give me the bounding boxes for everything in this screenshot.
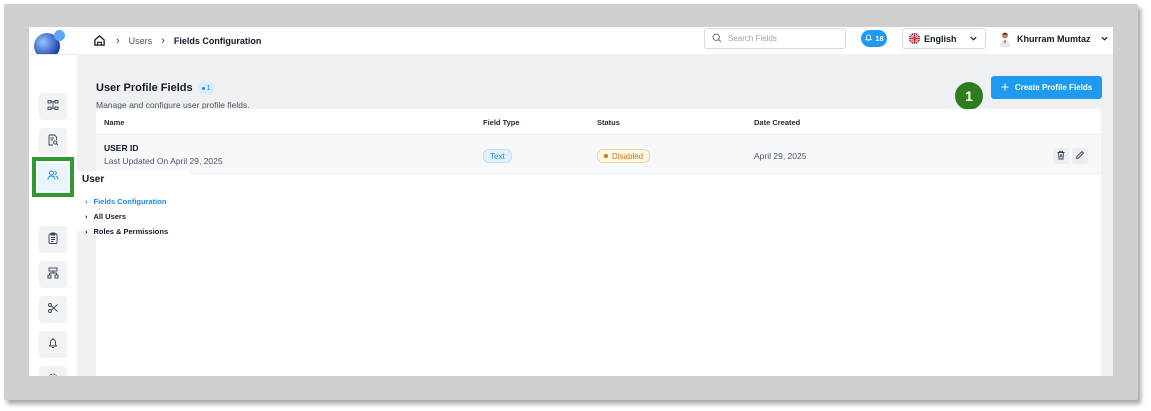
user-menu[interactable]: Khurram Mumtaz [999, 30, 1109, 48]
menu-item-label: Fields Configuration [93, 197, 167, 206]
search-input[interactable] [728, 34, 828, 43]
notifications-button[interactable]: 18 [861, 30, 887, 47]
menu-item-all-users[interactable]: › All Users [85, 212, 126, 221]
page-title-text: User Profile Fields [96, 82, 193, 94]
flyout-title: User [82, 174, 105, 185]
notification-count: 18 [875, 34, 884, 43]
page-title: User Profile Fields 1 [96, 82, 215, 94]
sidebar [29, 54, 77, 376]
field-name: USER ID [104, 143, 139, 153]
users-icon [47, 168, 59, 186]
sidebar-item-hierarchy[interactable] [39, 261, 67, 288]
sidebar-item-alerts[interactable] [39, 331, 67, 358]
trash-icon [1056, 150, 1066, 162]
count-badge: 1 [197, 82, 215, 94]
user-name: Khurram Mumtaz [1017, 34, 1091, 44]
menu-item-label: All Users [93, 212, 127, 221]
row-actions [1053, 148, 1088, 164]
chevron-right-icon: › [116, 34, 120, 47]
avatar [999, 31, 1011, 47]
chevron-right-icon: › [85, 212, 88, 221]
document-search-icon [47, 133, 59, 151]
column-header-status[interactable]: Status [597, 118, 620, 127]
status-badge: Disabled [597, 149, 651, 163]
uk-flag-icon [909, 33, 920, 44]
menu-item-label: Roles & Permissions [93, 227, 169, 236]
search-box[interactable] [704, 28, 846, 49]
top-bar: › Users › Fields Configuration 18 Englis… [29, 27, 1113, 66]
sidebar-item-clipboard[interactable] [39, 226, 67, 253]
breadcrumb-fields-configuration: Fields Configuration [173, 35, 262, 46]
bell-icon [864, 33, 873, 44]
bell-icon [47, 336, 59, 354]
sidebar-item-users[interactable] [32, 157, 74, 197]
chevron-down-icon [1100, 34, 1109, 45]
chevron-down-icon [969, 34, 978, 45]
count-value: 1 [206, 84, 211, 92]
org-chart-icon [47, 98, 59, 116]
pencil-icon [1075, 150, 1085, 162]
chevron-right-icon: › [161, 34, 165, 47]
create-profile-fields-button[interactable]: Create Profile Fields [991, 76, 1102, 99]
chevron-right-icon: › [85, 227, 88, 236]
sidebar-item-org-chart[interactable] [39, 93, 67, 120]
column-header-name[interactable]: Name [104, 118, 124, 127]
chevron-right-icon: › [85, 197, 88, 206]
breadcrumb-users[interactable]: Users [129, 36, 153, 46]
app-window: › Users › Fields Configuration 18 Englis… [29, 27, 1113, 376]
column-header-date-created[interactable]: Date Created [754, 118, 800, 127]
column-header-field-type[interactable]: Field Type [483, 118, 520, 127]
fields-table: Name Field Type Status Date Created USER… [96, 109, 1101, 376]
home-icon[interactable] [93, 34, 107, 48]
language-select[interactable]: English [902, 28, 986, 49]
search-icon [712, 30, 722, 48]
field-last-updated: Last Updated On April 29, 2025 [104, 156, 223, 166]
sidebar-item-document-search[interactable] [39, 128, 67, 155]
status-text: Disabled [612, 151, 644, 161]
menu-item-fields-configuration[interactable]: › Fields Configuration [85, 197, 166, 206]
date-created: April 29, 2025 [754, 151, 807, 161]
step-marker: 1 [955, 82, 983, 110]
breadcrumb: › Users › Fields Configuration [93, 32, 261, 49]
table-row[interactable]: USER ID Last Updated On April 29, 2025 T… [96, 135, 1101, 175]
menu-item-roles-permissions[interactable]: › Roles & Permissions [85, 227, 168, 236]
table-header: Name Field Type Status Date Created [96, 109, 1101, 135]
field-type-badge: Text [483, 149, 512, 163]
hierarchy-icon [47, 266, 59, 284]
users-flyout-menu: User › Fields Configuration › All Users … [77, 171, 189, 236]
create-button-label: Create Profile Fields [1014, 83, 1093, 92]
main-content: User Profile Fields 1 Manage and configu… [96, 76, 1102, 376]
clipboard-icon [47, 231, 59, 249]
plus-icon [1001, 83, 1009, 93]
sidebar-item-settings[interactable] [39, 366, 67, 376]
sidebar-item-workflow[interactable] [39, 296, 67, 323]
edit-button[interactable] [1072, 148, 1088, 164]
delete-button[interactable] [1053, 148, 1069, 164]
gear-icon [47, 371, 59, 376]
workflow-icon [47, 301, 59, 319]
language-label: English [924, 33, 957, 44]
